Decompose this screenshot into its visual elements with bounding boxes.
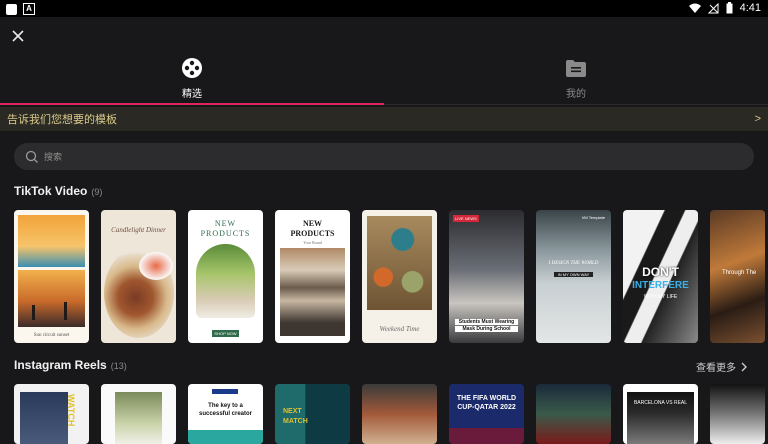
card-caption: Mask During School [455, 326, 518, 332]
card-caption: PRODUCTS [200, 229, 251, 238]
template-card[interactable]: NEXT MATCH [275, 384, 350, 444]
card-caption: WATCH [66, 394, 76, 427]
card-caption: Candlelight Dinner [111, 226, 166, 234]
tiktok-template-row: Sun circuit sunset Candlelight Dinner NE… [14, 210, 765, 343]
card-caption: Weekend Time [379, 325, 420, 333]
template-card[interactable]: Through The [710, 210, 765, 343]
card-caption: WITH MY LIFE [643, 294, 678, 300]
template-card[interactable]: Candlelight Dinner [101, 210, 176, 343]
no-signal-icon [707, 2, 719, 13]
template-card[interactable]: DON'T INTERFERE WITH MY LIFE [623, 210, 698, 343]
card-caption: Students Must Wearing [455, 319, 518, 325]
close-icon[interactable] [9, 27, 27, 45]
section-title-text: Instagram Reels [14, 358, 107, 372]
card-caption: INTERFERE [632, 280, 689, 291]
card-caption: successful creator [198, 411, 253, 417]
template-card[interactable]: WATCH [14, 384, 89, 444]
template-card[interactable]: NEW PRODUCTS SHOP NOW [188, 210, 263, 343]
card-tag: LIVE NEWS [453, 215, 479, 222]
request-template-banner[interactable]: 告诉我们您想要的模板 > [0, 107, 768, 131]
app-notification-icon [6, 3, 17, 15]
card-tag: VM Template [581, 215, 605, 220]
template-card[interactable] [536, 384, 611, 444]
card-caption: PRODUCTS [290, 229, 335, 238]
chevron-right-icon [741, 362, 747, 371]
template-card[interactable]: Sun circuit sunset [14, 210, 89, 343]
search-placeholder: 搜索 [44, 152, 63, 162]
card-caption: Your Brand [303, 240, 322, 245]
wifi-icon [688, 3, 701, 13]
banner-arrow-icon: > [754, 113, 761, 125]
top-bar: 精选 我的 [0, 17, 768, 107]
tab-mine-label: 我的 [566, 89, 586, 100]
instagram-template-row: WATCH The key to a successful creator NE… [14, 384, 765, 444]
see-more-button[interactable]: 查看更多 [696, 359, 748, 374]
template-card[interactable] [710, 384, 765, 444]
search-icon [25, 150, 38, 163]
card-caption: MATCH [283, 418, 308, 425]
folder-icon [566, 60, 586, 77]
section-title-text: TikTok Video [14, 184, 88, 198]
tab-featured[interactable]: 精选 [142, 57, 242, 103]
card-caption: Sun circuit sunset [33, 333, 70, 338]
see-more-label: 查看更多 [696, 363, 736, 374]
template-card[interactable]: NEW PRODUCTS Your Brand [275, 210, 350, 343]
banner-text: 告诉我们您想要的模板 [7, 114, 117, 126]
card-caption: NEW [302, 219, 323, 228]
battery-icon [726, 2, 733, 14]
template-card[interactable] [362, 384, 437, 444]
template-card[interactable]: The key to a successful creator [188, 384, 263, 444]
card-caption: I DESIGN THE WORLD [548, 261, 599, 266]
section-title-instagram: Instagram Reels (13) [14, 358, 127, 372]
card-caption: BARCELONA VS REAL [633, 400, 688, 406]
section-count: (13) [110, 361, 127, 371]
film-reel-icon [182, 58, 202, 78]
template-card[interactable]: VM Template I DESIGN THE WORLD IN MY OWN… [536, 210, 611, 343]
search-input[interactable]: 搜索 [14, 143, 754, 170]
card-caption: NEXT [283, 408, 302, 415]
card-caption: CUP-QATAR 2022 [457, 404, 516, 411]
template-card[interactable]: THE FIFA WORLD CUP-QATAR 2022 [449, 384, 524, 444]
card-caption: Through The [722, 270, 757, 276]
section-title-tiktok: TikTok Video (9) [14, 184, 102, 198]
card-caption: The key to a [208, 403, 243, 409]
card-caption: IN MY OWN WAY [554, 272, 593, 277]
template-card[interactable]: BARCELONA VS REAL [623, 384, 698, 444]
template-card[interactable]: LIVE NEWS Students Must Wearing Mask Dur… [449, 210, 524, 343]
template-card[interactable] [101, 384, 176, 444]
card-caption: DON'T [642, 265, 679, 279]
card-cta: SHOP NOW [212, 330, 239, 337]
card-caption: NEW [214, 219, 237, 228]
section-count: (9) [91, 187, 103, 197]
notification-a-icon: A [23, 3, 35, 15]
template-card[interactable]: Weekend Time [362, 210, 437, 343]
tab-mine[interactable]: 我的 [526, 57, 626, 103]
status-bar: A 4:41 [0, 0, 768, 17]
active-tab-indicator [0, 103, 384, 105]
clock: 4:41 [739, 2, 761, 14]
card-caption: THE FIFA WORLD [456, 395, 517, 402]
tab-featured-label: 精选 [182, 89, 202, 100]
